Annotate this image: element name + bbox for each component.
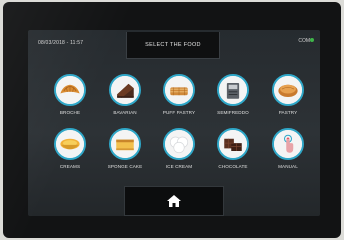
- food-tile-broche[interactable]: BROCHE: [42, 74, 98, 130]
- bavarian-cake-icon: [109, 74, 141, 106]
- home-button[interactable]: [124, 186, 224, 216]
- food-tile-manual[interactable]: MANUAL: [260, 128, 316, 184]
- ice-cream-icon: [163, 128, 195, 160]
- food-label: CHOCOLATE: [218, 164, 248, 169]
- semifreddo-icon: [217, 74, 249, 106]
- food-label: PUFF PASTRY: [162, 110, 196, 115]
- food-tile-bavarian[interactable]: BAVARIAN: [97, 74, 153, 130]
- food-label: MANUAL: [278, 164, 298, 169]
- puff-pastry-icon: [163, 74, 195, 106]
- food-tile-ice-cream[interactable]: ICE CREAM: [151, 128, 207, 184]
- food-tile-sponge-cake[interactable]: SPONGE CAKE: [97, 128, 153, 184]
- food-tile-pastry[interactable]: PASTRY: [260, 74, 316, 130]
- manual-touch-icon: [272, 128, 304, 160]
- sponge-cake-icon: [109, 128, 141, 160]
- tart-icon: [272, 74, 304, 106]
- chocolate-icon: [217, 128, 249, 160]
- food-tile-creams[interactable]: CREAMS: [42, 128, 98, 184]
- food-tile-semifreddo[interactable]: SEMIFREDDO: [205, 74, 261, 130]
- food-label: SEMIFREDDO: [217, 110, 249, 115]
- food-label: PASTRY: [278, 110, 298, 115]
- food-label: BAVARIAN: [113, 110, 137, 115]
- home-icon: [167, 195, 181, 207]
- touch-screen: 08/03/2018 - 11:57 SELECT THE FOOD COM B…: [28, 30, 320, 216]
- cream-bowl-icon: [54, 128, 86, 160]
- food-label: ICE CREAM: [165, 164, 193, 169]
- food-tile-puff-pastry[interactable]: PUFF PASTRY: [151, 74, 207, 130]
- food-label: BROCHE: [59, 110, 81, 115]
- croissant-icon: [54, 74, 86, 106]
- food-label: SPONGE CAKE: [107, 164, 143, 169]
- food-grid: BROCHE BAVARIAN PUFF PASTRY SEMIFREDDO P…: [28, 30, 320, 180]
- food-tile-chocolate[interactable]: CHOCOLATE: [205, 128, 261, 184]
- food-label: CREAMS: [59, 164, 81, 169]
